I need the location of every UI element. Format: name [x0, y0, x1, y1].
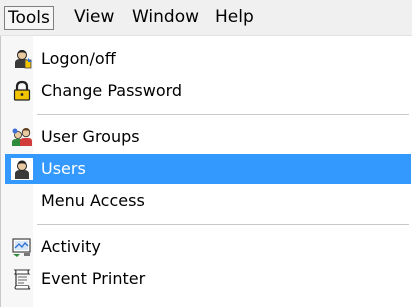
menu-window[interactable]: Window: [128, 6, 203, 30]
menu-item-label: Logon/off: [41, 49, 116, 68]
menu-tools[interactable]: Tools: [4, 6, 54, 30]
menu-item-label: Menu Access: [41, 191, 145, 210]
user-icon: [11, 158, 33, 180]
menu-item-user-groups[interactable]: User Groups: [5, 122, 411, 152]
menu-item-label: Activity: [41, 237, 101, 256]
menu-item-users[interactable]: Users: [5, 154, 411, 184]
menu-item-label: Event Printer: [41, 269, 146, 288]
printer-icon: [11, 268, 33, 290]
menu-separator: [37, 114, 409, 116]
menu-item-logon-off[interactable]: Logon/off: [5, 44, 411, 74]
menu-separator: [37, 224, 409, 226]
menu-item-change-password[interactable]: Change Password: [5, 76, 411, 106]
user-groups-icon: [11, 126, 33, 148]
menu-item-menu-access[interactable]: Menu Access: [5, 186, 411, 216]
tools-dropdown-menu: Logon/off Change Password User Groups Us…: [0, 36, 412, 307]
menu-help[interactable]: Help: [211, 6, 258, 30]
menu-item-activity[interactable]: Activity: [5, 232, 411, 262]
application-window: Tools View Window Help Logon/off Change …: [0, 0, 412, 307]
menu-item-label: Change Password: [41, 81, 183, 100]
menu-bar: Tools View Window Help: [0, 0, 412, 36]
menu-item-event-printer[interactable]: Event Printer: [5, 264, 411, 294]
padlock-icon: [11, 80, 33, 102]
menu-view[interactable]: View: [70, 6, 118, 30]
menu-item-label: User Groups: [41, 127, 140, 146]
logon-icon: [11, 48, 33, 70]
menu-item-label: Users: [41, 159, 86, 178]
activity-icon: [11, 236, 33, 258]
